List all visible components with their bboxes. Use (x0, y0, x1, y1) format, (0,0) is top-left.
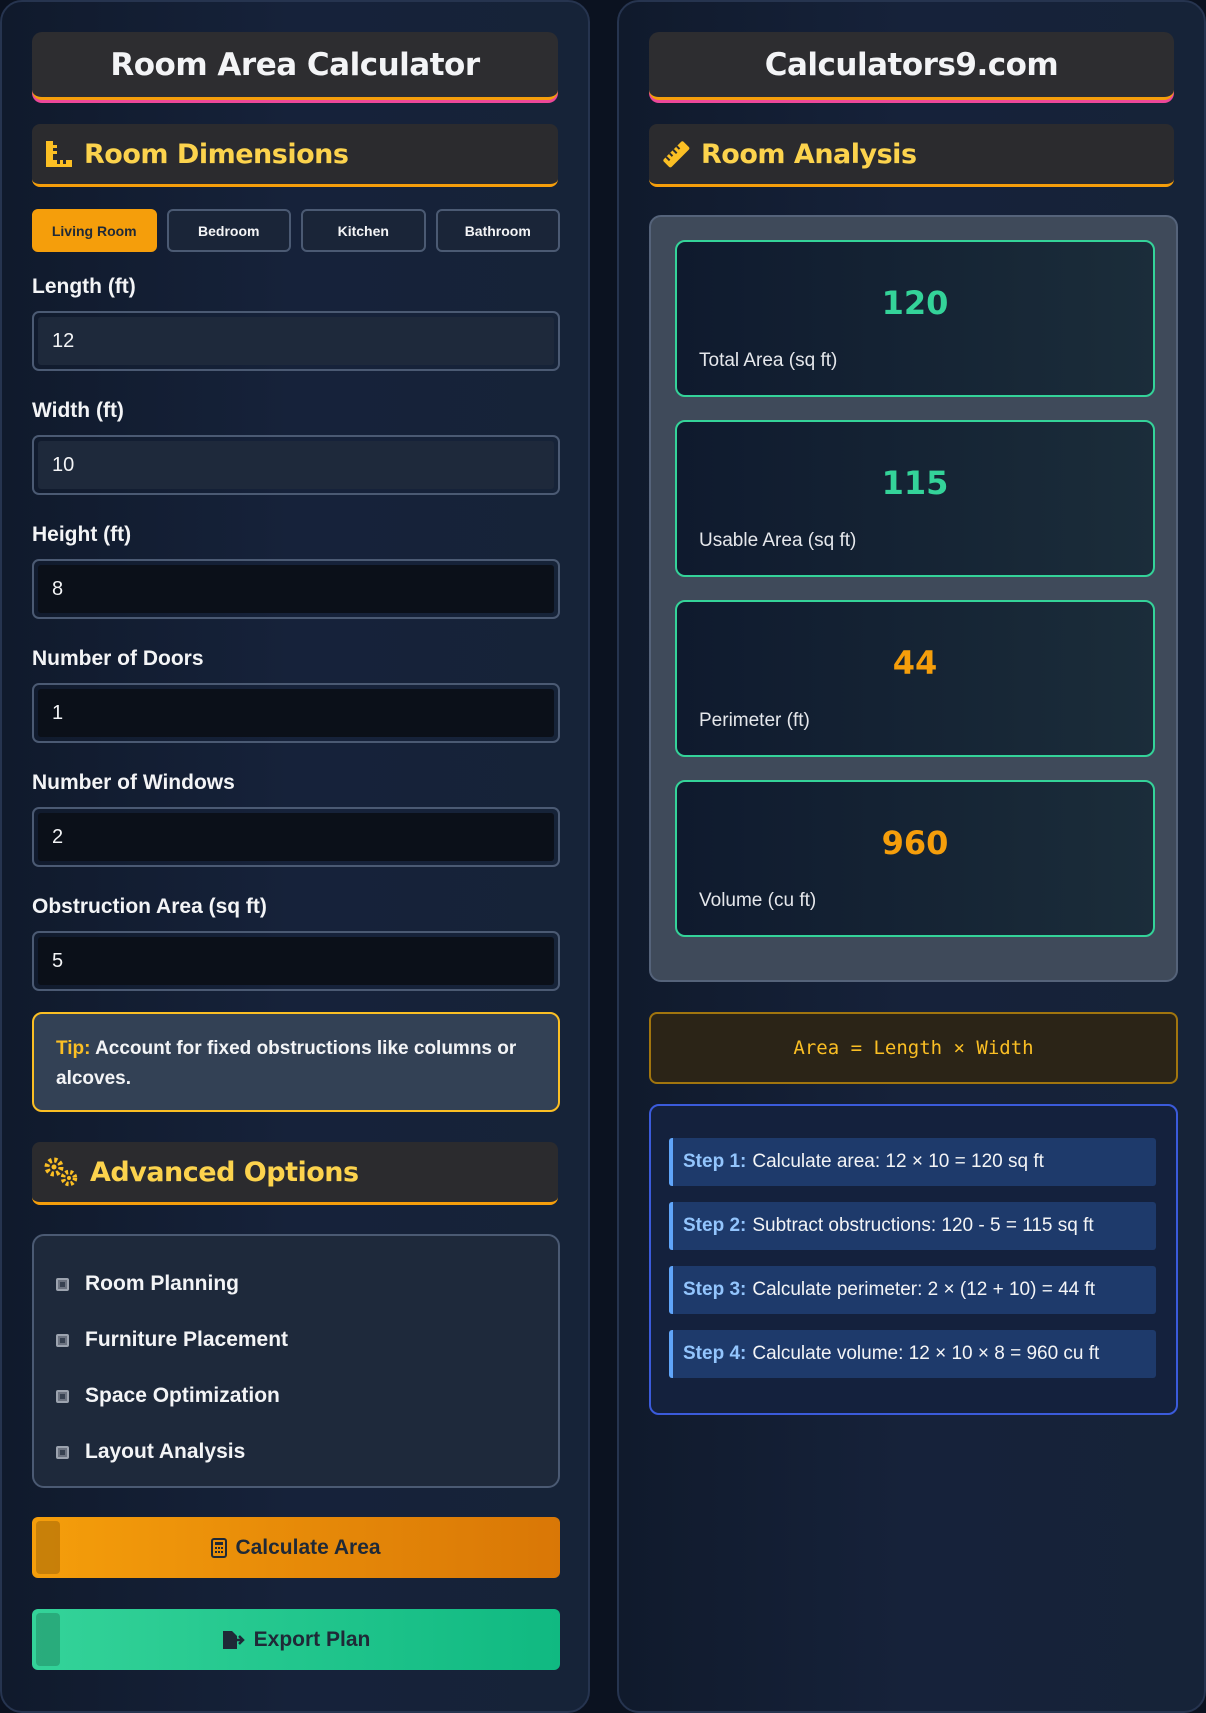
room-dimensions-title: Room Dimensions (84, 138, 349, 170)
tip-key: Tip: (56, 1038, 91, 1059)
option-label: Room Planning (85, 1272, 239, 1295)
usable-area-value: 115 (881, 464, 949, 502)
ruler-combined-icon (42, 137, 76, 171)
option-furniture-placement[interactable]: Furniture Placement (56, 1312, 536, 1368)
usable-area-card: 115 Usable Area (sq ft) (675, 420, 1155, 577)
windows-label: Number of Windows (32, 771, 235, 794)
usable-area-label: Usable Area (sq ft) (699, 530, 857, 551)
ruler-icon (659, 137, 693, 171)
file-export-icon (222, 1630, 246, 1650)
room-dimensions-header: Room Dimensions (32, 124, 558, 187)
stats-container: 120 Total Area (sq ft) 115 Usable Area (… (649, 215, 1178, 982)
doors-label: Number of Doors (32, 647, 204, 670)
volume-value: 960 (881, 824, 949, 862)
option-label: Furniture Placement (85, 1328, 289, 1351)
obstruction-label: Obstruction Area (sq ft) (32, 895, 267, 918)
option-room-planning[interactable]: Room Planning (56, 1256, 536, 1312)
tip-text: Account for fixed obstructions like colu… (56, 1038, 517, 1089)
calculation-steps: Step 1: Calculate area: 12 × 10 = 120 sq … (649, 1104, 1178, 1415)
total-area-card: 120 Total Area (sq ft) (675, 240, 1155, 397)
step-2: Step 2: Subtract obstructions: 120 - 5 = … (669, 1202, 1156, 1250)
width-input[interactable]: 10 (32, 435, 560, 495)
step-1: Step 1: Calculate area: 12 × 10 = 120 sq … (669, 1138, 1156, 1186)
advanced-options-header: Advanced Options (32, 1142, 558, 1205)
button-shine (36, 1613, 60, 1666)
area-formula: Area = Length × Width (649, 1012, 1178, 1084)
tab-bedroom[interactable]: Bedroom (166, 209, 291, 252)
step-key: Step 1: (683, 1151, 747, 1172)
step-key: Step 3: (683, 1279, 747, 1300)
tip-box: Tip: Account for fixed obstructions like… (32, 1012, 560, 1112)
button-shine (36, 1521, 60, 1574)
checkbox-icon[interactable] (56, 1445, 69, 1459)
calculator-title: Room Area Calculator (32, 32, 558, 100)
room-analysis-title: Room Analysis (701, 138, 917, 170)
step-text: Calculate perimeter: 2 × (12 + 10) = 44 … (752, 1279, 1096, 1300)
input-panel: Room Area Calculator Room Dimensions Liv… (0, 0, 590, 1713)
export-plan-button[interactable]: Export Plan (32, 1609, 560, 1670)
total-area-label: Total Area (sq ft) (699, 350, 838, 371)
advanced-options-title: Advanced Options (90, 1156, 359, 1188)
volume-card: 960 Volume (cu ft) (675, 780, 1155, 937)
windows-value[interactable]: 2 (38, 813, 554, 861)
step-4: Step 4: Calculate volume: 12 × 10 × 8 = 9… (669, 1330, 1156, 1378)
room-analysis-header: Room Analysis (649, 124, 1174, 187)
total-area-value: 120 (881, 284, 949, 322)
width-value[interactable]: 10 (38, 441, 554, 489)
height-label: Height (ft) (32, 523, 132, 546)
results-panel: Calculators9.com Room Analysis 120 Total… (617, 0, 1206, 1713)
perimeter-card: 44 Perimeter (ft) (675, 600, 1155, 757)
step-text: Calculate area: 12 × 10 = 120 sq ft (752, 1151, 1044, 1172)
volume-label: Volume (cu ft) (699, 890, 817, 911)
width-label: Width (ft) (32, 399, 124, 422)
tab-kitchen[interactable]: Kitchen (301, 209, 426, 252)
calculate-area-button[interactable]: Calculate Area (32, 1517, 560, 1578)
advanced-options-list: Room Planning Furniture Placement Space … (32, 1234, 560, 1488)
calculator-icon (211, 1537, 228, 1558)
checkbox-icon[interactable] (56, 1277, 69, 1291)
step-text: Calculate volume: 12 × 10 × 8 = 960 cu f… (752, 1343, 1100, 1364)
doors-input[interactable]: 1 (32, 683, 560, 743)
perimeter-value: 44 (892, 644, 938, 682)
height-input[interactable]: 8 (32, 559, 560, 619)
option-layout-analysis[interactable]: Layout Analysis (56, 1424, 536, 1480)
obstruction-input[interactable]: 5 (32, 931, 560, 991)
checkbox-icon[interactable] (56, 1333, 69, 1347)
step-3: Step 3: Calculate perimeter: 2 × (12 + 10… (669, 1266, 1156, 1314)
perimeter-label: Perimeter (ft) (699, 710, 810, 731)
tab-living-room[interactable]: Living Room (32, 209, 157, 252)
obstruction-value[interactable]: 5 (38, 937, 554, 985)
option-space-optimization[interactable]: Space Optimization (56, 1368, 536, 1424)
room-type-tabs: Living Room Bedroom Kitchen Bathroom (32, 209, 560, 252)
height-value[interactable]: 8 (38, 565, 554, 613)
option-label: Layout Analysis (85, 1440, 246, 1463)
doors-value[interactable]: 1 (38, 689, 554, 737)
step-text: Subtract obstructions: 120 - 5 = 115 sq … (752, 1215, 1094, 1236)
calculate-area-label: Calculate Area (235, 1535, 381, 1559)
step-key: Step 2: (683, 1215, 747, 1236)
length-label: Length (ft) (32, 275, 136, 298)
length-input[interactable]: 12 (32, 311, 560, 371)
gears-icon (42, 1155, 82, 1189)
export-plan-label: Export Plan (253, 1627, 371, 1651)
checkbox-icon[interactable] (56, 1389, 69, 1403)
option-label: Space Optimization (85, 1384, 280, 1407)
site-title: Calculators9.com (649, 32, 1174, 100)
length-value[interactable]: 12 (38, 317, 554, 365)
tab-bathroom[interactable]: Bathroom (435, 209, 560, 252)
step-key: Step 4: (683, 1343, 747, 1364)
windows-input[interactable]: 2 (32, 807, 560, 867)
